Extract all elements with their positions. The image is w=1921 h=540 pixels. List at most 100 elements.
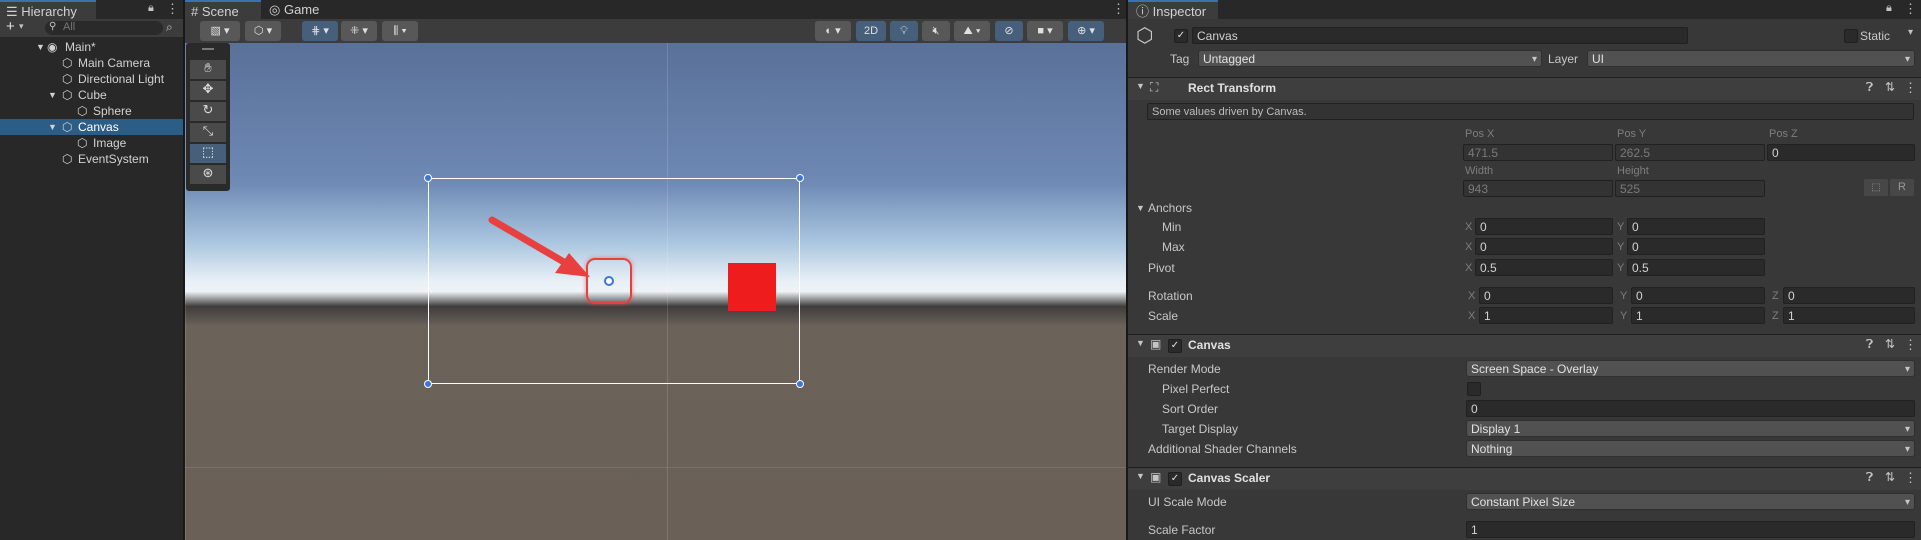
hierarchy-search-input[interactable]: ⚲ All — [45, 21, 163, 35]
rect-handle-bottom-left[interactable] — [424, 380, 432, 388]
pivot-y-field[interactable]: 0.5 — [1627, 259, 1765, 276]
tab-scene[interactable]: # Scene — [185, 0, 261, 19]
camera-button[interactable]: ■ ▾ — [1027, 21, 1063, 41]
collapse-arrow-icon[interactable]: ▼ — [1136, 471, 1145, 481]
collapse-arrow-icon[interactable]: ▼ — [1136, 338, 1145, 348]
collapse-arrow-icon[interactable]: ▼ — [1136, 203, 1145, 213]
lock-icon[interactable]: 🔒︎ — [1886, 2, 1892, 15]
effects-button[interactable]: ⛰ ▾ — [954, 21, 990, 41]
anchor-min-x-field[interactable]: 0 — [1475, 218, 1613, 235]
transform-tool-button[interactable]: ⊛ — [190, 165, 226, 184]
object-name-field[interactable]: Canvas — [1192, 27, 1688, 44]
height-field[interactable]: 525 — [1615, 180, 1765, 197]
width-field[interactable]: 943 — [1463, 180, 1613, 197]
render-mode-button[interactable]: ◐ ▾ — [815, 21, 851, 41]
canvas-scaler-enabled-checkbox[interactable]: ✓ — [1168, 472, 1182, 486]
rotation-x-field[interactable]: 0 — [1479, 287, 1613, 304]
more-icon[interactable]: ⋮ — [1904, 80, 1917, 96]
hierarchy-item-sphere[interactable]: ⬡ Sphere — [0, 103, 183, 119]
anchor-max-x-field[interactable]: 0 — [1475, 238, 1613, 255]
hand-tool-button[interactable]: ✋︎ — [190, 60, 226, 79]
preset-icon[interactable]: ⇅ — [1885, 80, 1895, 94]
raw-edit-button[interactable]: R — [1890, 179, 1914, 196]
collapse-arrow-icon[interactable]: ▼ — [48, 87, 57, 103]
pivot-handle[interactable] — [604, 276, 614, 286]
sort-order-field[interactable]: 0 — [1466, 400, 1915, 417]
rect-transform-header[interactable]: ▼ ⛶ Rect Transform ❓︎ ⇅ ⋮ — [1128, 77, 1921, 100]
chevron-down-icon[interactable]: ▾ — [1908, 27, 1913, 38]
rect-handle-top-left[interactable] — [424, 174, 432, 182]
hierarchy-item-main-camera[interactable]: ⬡ Main Camera — [0, 55, 183, 71]
canvas-component-header[interactable]: ▼ ▣ ✓ Canvas ❓︎ ⇅ ⋮ — [1128, 334, 1921, 357]
audio-toggle-button[interactable]: 🔇︎ — [922, 21, 950, 41]
tab-hierarchy[interactable]: ☰ Hierarchy — [0, 0, 96, 19]
scene-viewport[interactable]: ✋︎ ✥ ↻ ⤡ ⬚ ⊛ — [185, 43, 1126, 540]
anchor-max-y-field[interactable]: 0 — [1627, 238, 1765, 255]
scale-y-field[interactable]: 1 — [1631, 307, 1765, 324]
hierarchy-item-canvas[interactable]: ▼ ⬡ Canvas — [0, 119, 183, 135]
move-tool-button[interactable]: ✥ — [190, 81, 226, 100]
rect-handle-top-right[interactable] — [796, 174, 804, 182]
add-button[interactable]: + — [6, 18, 15, 35]
chevron-down-icon[interactable]: ▾ — [19, 21, 24, 32]
canvas-enabled-checkbox[interactable]: ✓ — [1168, 339, 1182, 353]
scale-tool-button[interactable]: ⤡ — [190, 123, 226, 142]
blueprint-mode-button[interactable]: ⬚ — [1864, 179, 1888, 196]
ui-scale-mode-dropdown[interactable]: Constant Pixel Size — [1466, 493, 1915, 511]
more-icon[interactable]: ⋮ — [1904, 1, 1917, 17]
collapse-arrow-icon[interactable]: ▼ — [1136, 81, 1145, 91]
pos-x-field[interactable]: 471.5 — [1463, 144, 1613, 161]
more-icon[interactable]: ⋮ — [1904, 470, 1917, 486]
help-icon[interactable]: ❓︎ — [1866, 337, 1873, 352]
lighting-toggle-button[interactable]: 💡︎ — [890, 21, 918, 41]
search-filter-icon[interactable]: ⌕ — [166, 20, 173, 35]
rotate-tool-button[interactable]: ↻ — [190, 102, 226, 121]
pos-z-field[interactable]: 0 — [1767, 144, 1915, 161]
rect-tool-button[interactable]: ⬚ — [190, 144, 226, 163]
more-icon[interactable]: ⋮ — [166, 1, 179, 17]
view-options-button[interactable]: ⬡ ▾ — [245, 21, 281, 41]
tab-inspector[interactable]: ⓘ Inspector — [1128, 0, 1218, 19]
hierarchy-item-main[interactable]: ▼ ◉ Main* — [0, 39, 183, 55]
collapse-arrow-icon[interactable]: ▼ — [36, 39, 45, 55]
grid-snap-button[interactable]: ⋕ ▾ — [302, 21, 338, 41]
pivot-x-field[interactable]: 0.5 — [1475, 259, 1613, 276]
drag-handle-icon[interactable] — [202, 48, 214, 50]
scale-x-field[interactable]: 1 — [1479, 307, 1613, 324]
shader-channels-dropdown[interactable]: Nothing — [1466, 440, 1915, 458]
rotation-z-field[interactable]: 0 — [1783, 287, 1915, 304]
rotation-y-field[interactable]: 0 — [1631, 287, 1765, 304]
draw-mode-button[interactable]: ▧ ▾ — [200, 21, 240, 41]
preset-icon[interactable]: ⇅ — [1885, 470, 1895, 484]
increment-snap-button[interactable]: ⁜ ▾ — [341, 21, 377, 41]
collapse-arrow-icon[interactable]: ▼ — [48, 119, 57, 135]
hierarchy-item-directional-light[interactable]: ⬡ Directional Light — [0, 71, 183, 87]
hierarchy-item-eventsystem[interactable]: ⬡ EventSystem — [0, 151, 183, 167]
scale-z-field[interactable]: 1 — [1783, 307, 1915, 324]
preset-icon[interactable]: ⇅ — [1885, 337, 1895, 351]
render-mode-dropdown[interactable]: Screen Space - Overlay — [1466, 360, 1915, 378]
align-button[interactable]: ⫼ ▾ — [382, 21, 418, 41]
pixel-perfect-checkbox[interactable] — [1467, 382, 1481, 396]
gizmos-button[interactable]: ⊕ ▾ — [1068, 21, 1104, 41]
rect-handle-bottom-right[interactable] — [796, 380, 804, 388]
tag-dropdown[interactable]: Untagged — [1198, 50, 1542, 68]
2d-toggle-button[interactable]: 2D — [856, 21, 886, 41]
more-icon[interactable]: ⋮ — [1904, 337, 1917, 353]
help-icon[interactable]: ❓︎ — [1866, 80, 1873, 95]
hierarchy-item-cube[interactable]: ▼ ⬡ Cube — [0, 87, 183, 103]
help-icon[interactable]: ❓︎ — [1866, 470, 1873, 485]
scale-factor-field[interactable]: 1 — [1466, 521, 1915, 538]
active-checkbox[interactable]: ✓ — [1174, 29, 1188, 43]
tab-game[interactable]: ◎ Game — [269, 0, 319, 19]
static-checkbox[interactable] — [1844, 29, 1858, 43]
target-display-dropdown[interactable]: Display 1 — [1466, 420, 1915, 438]
more-icon[interactable]: ⋮ — [1112, 1, 1125, 17]
scene-visibility-button[interactable]: ⊘ — [995, 21, 1023, 41]
layer-dropdown[interactable]: UI — [1587, 50, 1915, 68]
canvas-scaler-header[interactable]: ▼ ▣ ✓ Canvas Scaler ❓︎ ⇅ ⋮ — [1128, 467, 1921, 490]
lock-icon[interactable]: 🔒︎ — [148, 2, 154, 15]
pos-y-field[interactable]: 262.5 — [1615, 144, 1765, 161]
anchor-min-y-field[interactable]: 0 — [1627, 218, 1765, 235]
hierarchy-item-image[interactable]: ⬡ Image — [0, 135, 183, 151]
